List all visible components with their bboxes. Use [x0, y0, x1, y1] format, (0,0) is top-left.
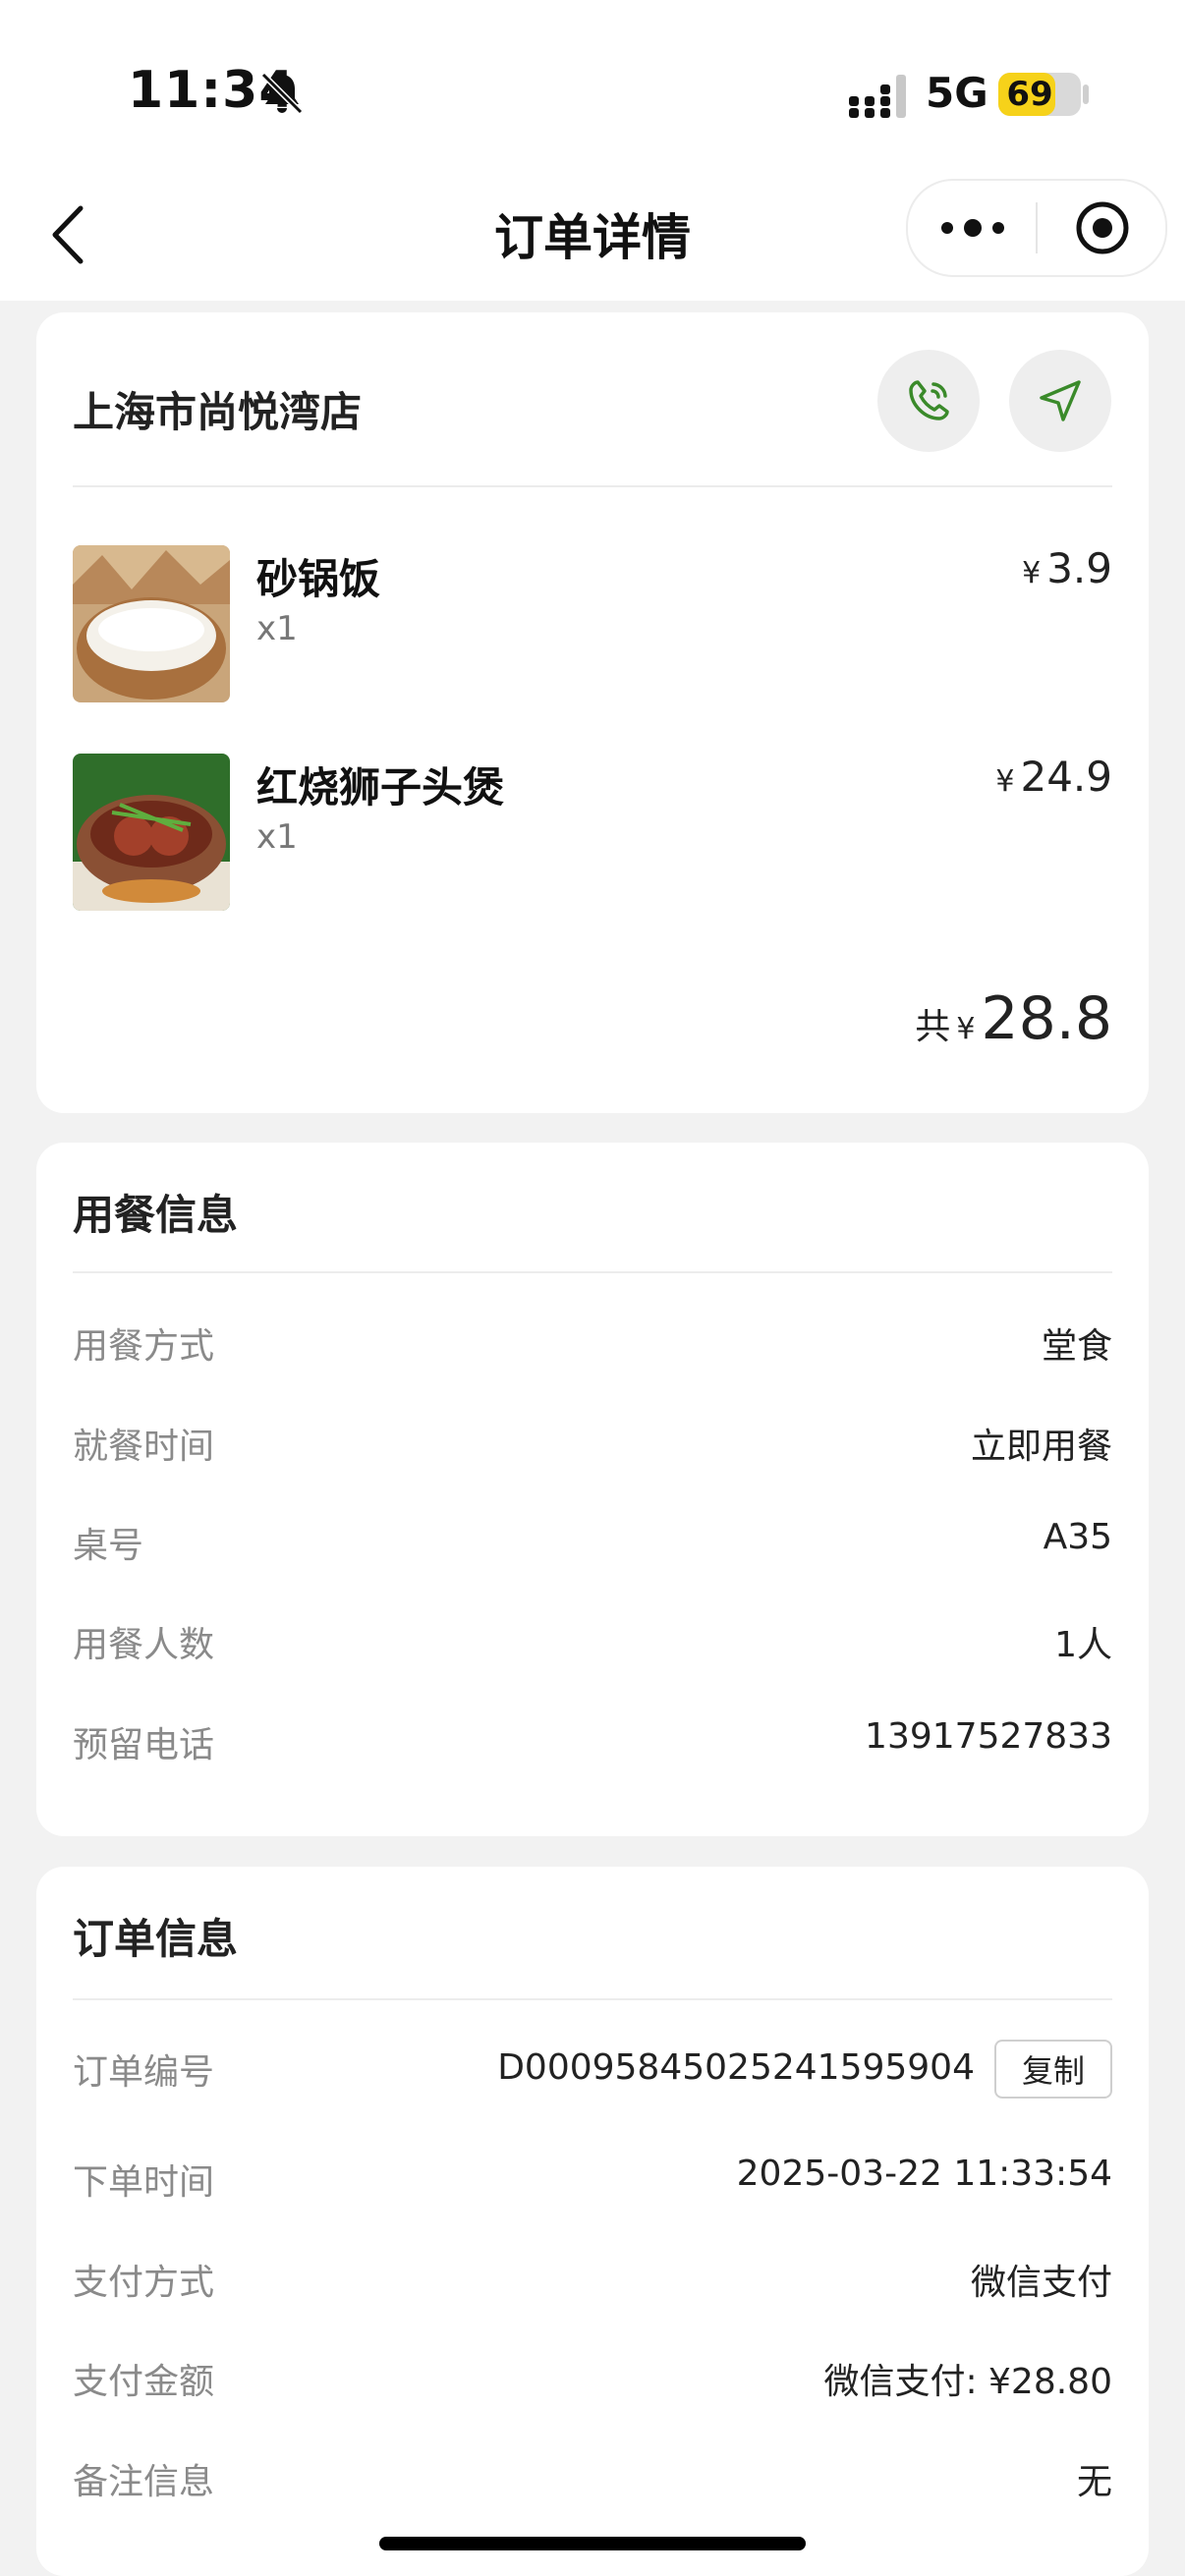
total-amount: 28.8 [981, 984, 1112, 1053]
order-time-label: 下单时间 [73, 2162, 215, 2203]
dining-time-value: 立即用餐 [970, 1427, 1112, 1467]
divider [73, 485, 1112, 487]
status-bar: 11:34 5G 69 [0, 0, 1185, 187]
dining-time-label: 就餐时间 [73, 1427, 215, 1467]
remarks-value: 无 [1076, 2462, 1112, 2502]
battery-cap [1083, 84, 1089, 104]
item-price: ¥24.9 [995, 753, 1112, 801]
item-quantity: x1 [256, 609, 298, 648]
payment-method-value: 微信支付 [970, 2263, 1112, 2303]
order-number-label: 订单编号 [73, 2052, 215, 2093]
more-dots-icon[interactable] [937, 210, 1008, 246]
order-time-value: 2025-03-22 11:33:54 [736, 2154, 1112, 2194]
currency-symbol: ¥ [1022, 556, 1042, 590]
divider [73, 1998, 1112, 2000]
total-label: 共 [915, 1007, 951, 1047]
nav-bar: 订单详情 [0, 177, 1185, 301]
mini-program-capsule [906, 179, 1167, 277]
currency-symbol: ¥ [995, 764, 1015, 799]
table-number-value: A35 [1043, 1517, 1112, 1557]
dining-method-value: 堂食 [1041, 1326, 1112, 1367]
battery-indicator: 69 [998, 73, 1081, 116]
currency-symbol: ¥ [956, 1012, 976, 1046]
signal-icon [849, 75, 906, 118]
item-quantity: x1 [256, 817, 298, 857]
party-size-value: 1人 [1054, 1625, 1112, 1665]
price-value: 24.9 [1020, 753, 1112, 801]
dining-info-card: 用餐信息 用餐方式 堂食 就餐时间 立即用餐 桌号 A35 用餐人数 1人 预留… [36, 1143, 1149, 1836]
remarks-label: 备注信息 [73, 2462, 215, 2502]
order-total: 共 ¥28.8 [915, 984, 1112, 1053]
section-title: 用餐信息 [73, 1191, 239, 1239]
store-name: 上海市尚悦湾店 [73, 388, 363, 436]
navigation-arrow-icon [1040, 380, 1081, 421]
battery-level: 69 [1006, 75, 1053, 114]
party-size-label: 用餐人数 [73, 1625, 215, 1665]
item-price: ¥3.9 [1022, 544, 1112, 592]
reserved-phone-value: 13917527833 [865, 1716, 1112, 1757]
payment-amount-label: 支付金额 [73, 2362, 215, 2402]
order-items-card: 上海市尚悦湾店 砂锅饭 x1 ¥3.9 红烧狮子头煲 x1 ¥ 24.9 共 ¥… [36, 312, 1149, 1113]
network-type: 5G [926, 69, 988, 117]
close-target-icon[interactable] [1075, 200, 1130, 255]
call-store-button[interactable] [877, 350, 980, 452]
item-name: 红烧狮子头煲 [256, 763, 505, 812]
table-number-label: 桌号 [73, 1526, 144, 1566]
item-image-braised-meatball-pot [73, 754, 230, 911]
order-info-card: 订单信息 订单编号 D000958450252415959​04 复制 下单时间… [36, 1867, 1149, 2576]
top-bar: 11:34 5G 69 订单详情 [0, 0, 1185, 301]
copy-order-number-button[interactable]: 复制 [994, 2040, 1112, 2099]
section-title: 订单信息 [73, 1915, 239, 1963]
navigate-button[interactable] [1009, 350, 1111, 452]
payment-amount-value: 微信支付: ¥28.80 [823, 2362, 1112, 2402]
item-name: 砂锅饭 [256, 555, 381, 603]
reserved-phone-label: 预留电话 [73, 1725, 215, 1765]
bell-muted-icon [260, 72, 304, 115]
order-number-value: D000958450252415959​04 [497, 2047, 975, 2088]
price-value: 3.9 [1046, 544, 1112, 592]
payment-method-label: 支付方式 [73, 2263, 215, 2303]
phone-icon [909, 380, 949, 420]
item-image-claypot-rice [73, 545, 230, 702]
home-indicator [379, 2537, 806, 2550]
divider [73, 1271, 1112, 1273]
dining-method-label: 用餐方式 [73, 1326, 215, 1367]
capsule-divider [1036, 202, 1038, 253]
